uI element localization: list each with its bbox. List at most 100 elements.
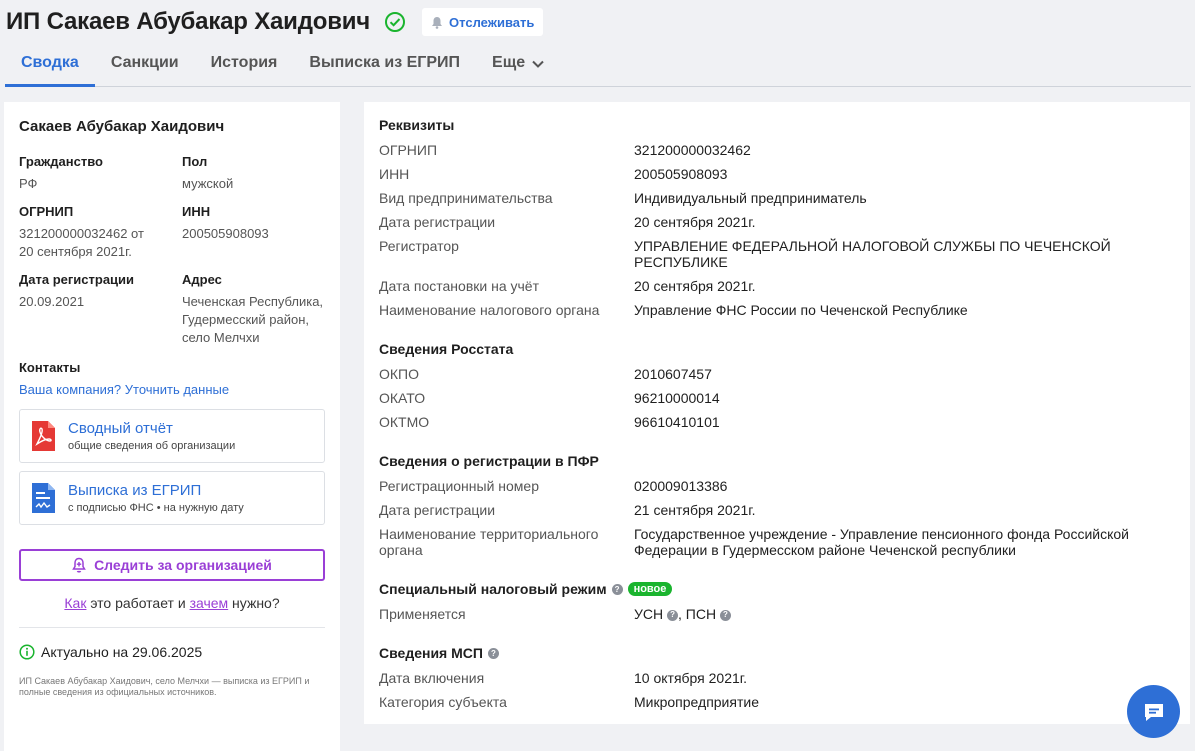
signed-document-icon <box>32 483 55 513</box>
address-label: Адрес <box>182 272 222 287</box>
regdate-value: 20.09.2021 <box>19 294 85 309</box>
msp-title: Сведения МСП <box>379 645 483 661</box>
rosstat-row: ОКАТО 96210000014 <box>379 390 1175 406</box>
tab-egrip-extract[interactable]: Выписка из ЕГРИП <box>293 44 476 87</box>
track-button[interactable]: Отслеживать <box>422 8 544 36</box>
row-value: 200505908093 <box>634 166 728 182</box>
requisites-row: ИНН 200505908093 <box>379 166 1175 182</box>
row-label: Дата регистрации <box>379 214 496 230</box>
follow-label: Следить за организацией <box>94 557 272 573</box>
requisites-row: ОГРНИП 321200000032462 <box>379 142 1175 158</box>
msp-title-row: Сведения МСП ? <box>379 644 1175 662</box>
citizenship-label: Гражданство <box>19 154 103 169</box>
summary-report-title: Сводный отчёт <box>68 420 173 437</box>
egrip-extract-sub: с подписью ФНС • на нужную дату <box>68 502 244 514</box>
rosstat-section: Сведения Росстата ОКПО 2010607457 ОКАТО 96… <box>379 340 1175 430</box>
help-icon[interactable]: ? <box>667 609 679 621</box>
inn-block: ИНН 200505908093 <box>182 204 332 272</box>
how-it-works-row: Как это работает и зачем нужно? <box>19 595 325 611</box>
gender-value: мужской <box>182 176 234 191</box>
citizenship-value: РФ <box>19 176 38 191</box>
citizenship-block: Гражданство РФ <box>19 154 182 204</box>
row-value: 96610410101 <box>634 414 720 430</box>
footnote: ИП Сакаев Абубакар Хаидович, село Мелчхи… <box>19 676 310 697</box>
row-value: 321200000032462 <box>634 142 751 158</box>
tab-sanctions-label: Санкции <box>110 54 179 71</box>
details-card: Реквизиты ОГРНИП 321200000032462 ИНН 20050… <box>364 102 1190 724</box>
row-label: Дата регистрации <box>379 502 496 518</box>
row-value: Государственное учреждение - Управление … <box>634 526 1129 558</box>
row-label: Дата постановки на учёт <box>379 278 539 294</box>
summary-card: Сакаев Абубакар Хаидович Гражданство РФ … <box>4 102 340 751</box>
gender-label: Пол <box>182 154 208 169</box>
verified-check-icon <box>384 11 406 33</box>
tax-regime-section: Специальный налоговый режим ? новое Прим… <box>379 580 1175 622</box>
usn-label: УСН <box>634 606 664 622</box>
follow-organization-button[interactable]: Следить за организацией <box>19 549 325 581</box>
row-label: Регистрационный номер <box>379 478 539 494</box>
row-value: 21 сентября 2021г. <box>634 502 756 518</box>
row-value: 20 сентября 2021г. <box>634 214 756 230</box>
row-value: Индивидуальный предприниматель <box>634 190 867 206</box>
egrip-extract-title: Выписка из ЕГРИП <box>68 482 202 499</box>
summary-report-text: Сводный отчёт общие сведения об организа… <box>68 420 235 452</box>
applied-value: УСН ?, ПСН ? <box>634 606 1174 622</box>
row-label: ОГРНИП <box>379 142 438 158</box>
bell-plus-icon <box>72 557 86 573</box>
tax-regime-title: Специальный налоговый режим <box>379 581 607 597</box>
chat-icon <box>1144 703 1163 721</box>
rosstat-row: ОКТМО 96610410101 <box>379 414 1175 430</box>
pfr-row: Регистрационный номер 020009013386 <box>379 478 1175 494</box>
row-value: 20 сентября 2021г. <box>634 278 756 294</box>
pfr-title: Сведения о регистрации в ПФР <box>379 453 599 469</box>
pdf-file-icon <box>32 421 55 451</box>
row-value: 020009013386 <box>634 478 728 494</box>
row-label: Наименование налогового органа <box>379 302 600 318</box>
tab-summary-label: Сводка <box>21 54 79 71</box>
row-label: Вид предпринимательства <box>379 190 553 206</box>
requisites-row: Наименование налогового органа Управление… <box>379 302 1175 318</box>
chevron-down-icon <box>532 60 544 68</box>
row-label: Регистратор <box>379 238 459 254</box>
chat-button[interactable] <box>1127 685 1180 738</box>
ogrnip-label: ОГРНИП <box>19 204 74 219</box>
regdate-block: Дата регистрации 20.09.2021 <box>19 272 182 358</box>
page-title: ИП Сакаев Абубакар Хаидович <box>6 8 371 35</box>
summary-report-sub: общие сведения об организации <box>68 440 236 452</box>
tab-egrip-label: Выписка из ЕГРИП <box>309 54 461 71</box>
inn-label: ИНН <box>182 204 211 219</box>
info-icon <box>19 644 35 660</box>
requisites-row: Дата регистрации 20 сентября 2021г. <box>379 214 1175 230</box>
egrip-extract-card[interactable]: Выписка из ЕГРИП с подписью ФНС • на нуж… <box>19 471 325 525</box>
summary-report-card[interactable]: Сводный отчёт общие сведения об организа… <box>19 409 325 463</box>
ogrnip-value: 321200000032462 от 20 сентября 2021г. <box>19 226 144 259</box>
how-mid-text: это работает и <box>86 595 190 611</box>
update-data-link[interactable]: Ваша компания? Уточнить данные <box>19 382 325 397</box>
row-label: Категория субъекта <box>379 694 507 710</box>
track-label: Отслеживать <box>449 14 535 30</box>
requisites-section: Реквизиты ОГРНИП 321200000032462 ИНН 20050… <box>379 116 1175 318</box>
tab-sanctions[interactable]: Санкции <box>95 44 195 87</box>
tax-regime-title-row: Специальный налоговый режим ? новое <box>379 580 1175 598</box>
row-value: УПРАВЛЕНИЕ ФЕДЕРАЛЬНОЙ НАЛОГОВОЙ СЛУЖБЫ … <box>634 238 1111 270</box>
row-label: Дата включения <box>379 670 485 686</box>
requisites-row: Регистратор УПРАВЛЕНИЕ ФЕДЕРАЛЬНОЙ НАЛОГО… <box>379 238 1175 270</box>
help-icon[interactable]: ? <box>611 583 623 595</box>
requisites-row: Вид предпринимательства Индивидуальный пр… <box>379 190 1175 206</box>
how-link[interactable]: Как <box>64 595 86 611</box>
how-end-text: нужно? <box>228 595 280 611</box>
gender-block: Пол мужской <box>182 154 332 204</box>
contacts-title: Контакты <box>19 360 81 375</box>
row-value: Микропредприятие <box>634 694 759 710</box>
msp-row: Дата включения 10 октября 2021г. <box>379 670 1175 686</box>
why-link[interactable]: зачем <box>190 595 229 611</box>
msp-section: Сведения МСП ? Дата включения 10 октября … <box>379 644 1175 710</box>
tab-history[interactable]: История <box>195 44 294 87</box>
page-header: ИП Сакаев Абубакар Хаидович Отслеживать … <box>0 0 1195 88</box>
tax-regime-row: Применяется УСН ?, ПСН ? <box>379 606 1175 622</box>
tab-summary[interactable]: Сводка <box>5 44 95 87</box>
help-icon[interactable]: ? <box>719 609 731 621</box>
divider <box>19 627 325 628</box>
help-icon[interactable]: ? <box>487 647 499 659</box>
tab-more[interactable]: Еще <box>476 44 561 87</box>
